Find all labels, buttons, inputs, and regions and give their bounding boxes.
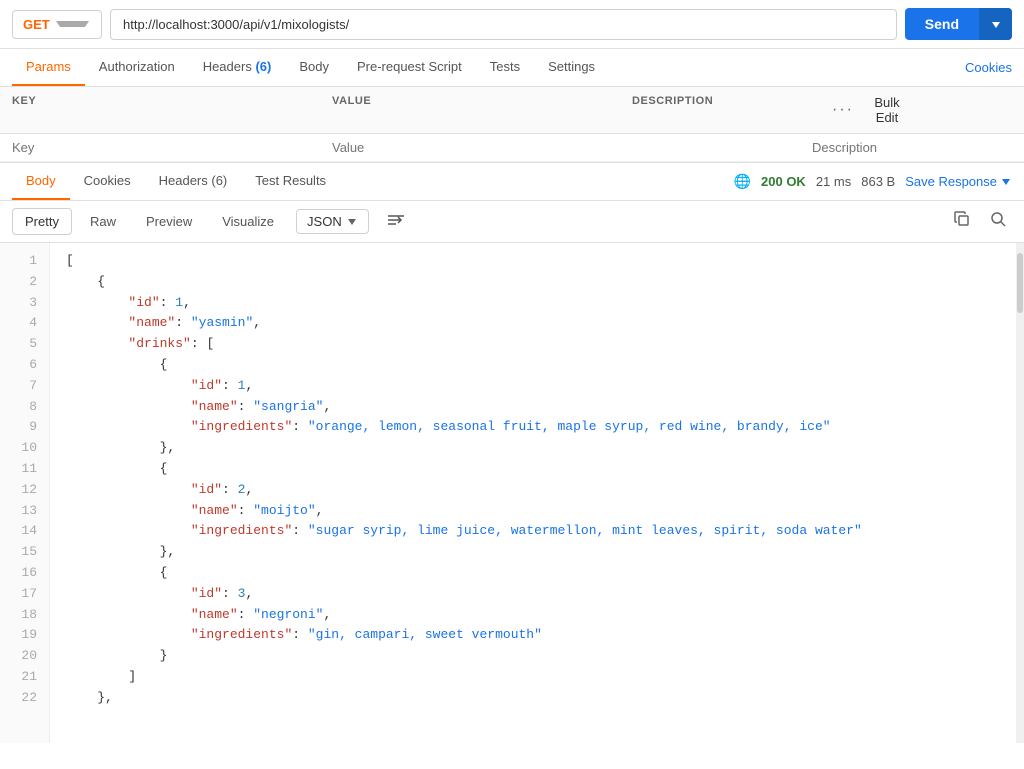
send-dropdown-icon[interactable] xyxy=(979,8,1012,40)
resp-tab-cookies[interactable]: Cookies xyxy=(70,163,145,200)
col-description: DESCRIPTION xyxy=(632,95,832,125)
wrap-button[interactable] xyxy=(379,208,413,235)
search-button[interactable] xyxy=(984,207,1012,236)
req-tabs-right: Cookies xyxy=(965,60,1012,75)
method-dropdown-icon xyxy=(56,21,89,27)
tab-body[interactable]: Body xyxy=(285,49,343,86)
method-label: GET xyxy=(23,17,50,32)
resp-tab-test-results[interactable]: Test Results xyxy=(241,163,340,200)
status-code: 200 OK xyxy=(761,174,806,189)
key-cell[interactable] xyxy=(12,140,332,155)
json-content: [ { "id": 1, "name": "yasmin", "drinks":… xyxy=(50,243,1016,743)
bulk-edit-button[interactable]: Bulk Edit xyxy=(862,95,912,125)
format-label: JSON xyxy=(307,214,342,229)
response-tabs-bar: Body Cookies Headers (6) Test Results 🌐 … xyxy=(0,163,1024,201)
tab-authorization[interactable]: Authorization xyxy=(85,49,189,86)
raw-button[interactable]: Raw xyxy=(78,209,128,234)
format-bar-right xyxy=(948,207,1012,236)
params-header-actions: ··· Bulk Edit xyxy=(832,95,912,125)
globe-icon: 🌐 xyxy=(734,173,751,190)
save-response-chevron xyxy=(1002,179,1010,185)
line-numbers: 12345678910111213141516171819202122 xyxy=(0,243,50,743)
response-size: 863 B xyxy=(861,174,895,189)
visualize-button[interactable]: Visualize xyxy=(210,209,286,234)
tab-prerequest[interactable]: Pre-request Script xyxy=(343,49,476,86)
tab-tests[interactable]: Tests xyxy=(476,49,534,86)
key-input[interactable] xyxy=(12,140,332,155)
wrap-icon xyxy=(387,213,405,227)
resp-tab-headers[interactable]: Headers (6) xyxy=(145,163,242,200)
search-icon xyxy=(990,211,1006,227)
preview-button[interactable]: Preview xyxy=(134,209,204,234)
value-cell[interactable] xyxy=(332,140,812,155)
cookies-link[interactable]: Cookies xyxy=(965,50,1012,85)
params-empty-row xyxy=(0,134,1024,162)
params-header: KEY VALUE DESCRIPTION ··· Bulk Edit xyxy=(0,87,1024,134)
col-value: VALUE xyxy=(332,95,632,125)
response-time: 21 ms xyxy=(816,174,851,189)
scrollbar-thumb[interactable] xyxy=(1017,253,1023,313)
top-bar: GET Send xyxy=(0,0,1024,49)
desc-cell[interactable] xyxy=(812,140,1012,155)
send-label: Send xyxy=(905,8,979,40)
format-bar: Pretty Raw Preview Visualize JSON xyxy=(0,201,1024,243)
response-status: 🌐 200 OK 21 ms 863 B Save Response xyxy=(734,173,1012,190)
value-input[interactable] xyxy=(332,140,812,155)
url-input[interactable] xyxy=(110,9,897,40)
desc-input[interactable] xyxy=(812,140,1012,155)
save-response-button[interactable]: Save Response xyxy=(905,174,1012,189)
send-button[interactable]: Send xyxy=(905,8,1012,40)
request-tabs: Params Authorization Headers (6) Body Pr… xyxy=(0,49,1024,87)
more-options-button[interactable]: ··· xyxy=(832,101,854,119)
tab-headers[interactable]: Headers (6) xyxy=(189,49,286,86)
format-chevron xyxy=(348,219,356,225)
save-response-label: Save Response xyxy=(905,174,997,189)
resp-tab-body[interactable]: Body xyxy=(12,163,70,200)
params-table: KEY VALUE DESCRIPTION ··· Bulk Edit xyxy=(0,87,1024,163)
tab-params[interactable]: Params xyxy=(12,49,85,86)
copy-button[interactable] xyxy=(948,207,976,236)
scrollbar-vertical[interactable] xyxy=(1016,243,1024,743)
method-selector[interactable]: GET xyxy=(12,10,102,39)
json-viewer: 12345678910111213141516171819202122 [ { … xyxy=(0,243,1024,743)
col-key: KEY xyxy=(12,95,332,125)
pretty-button[interactable]: Pretty xyxy=(12,208,72,235)
format-selector[interactable]: JSON xyxy=(296,209,369,234)
copy-icon xyxy=(954,211,970,227)
tab-settings[interactable]: Settings xyxy=(534,49,609,86)
